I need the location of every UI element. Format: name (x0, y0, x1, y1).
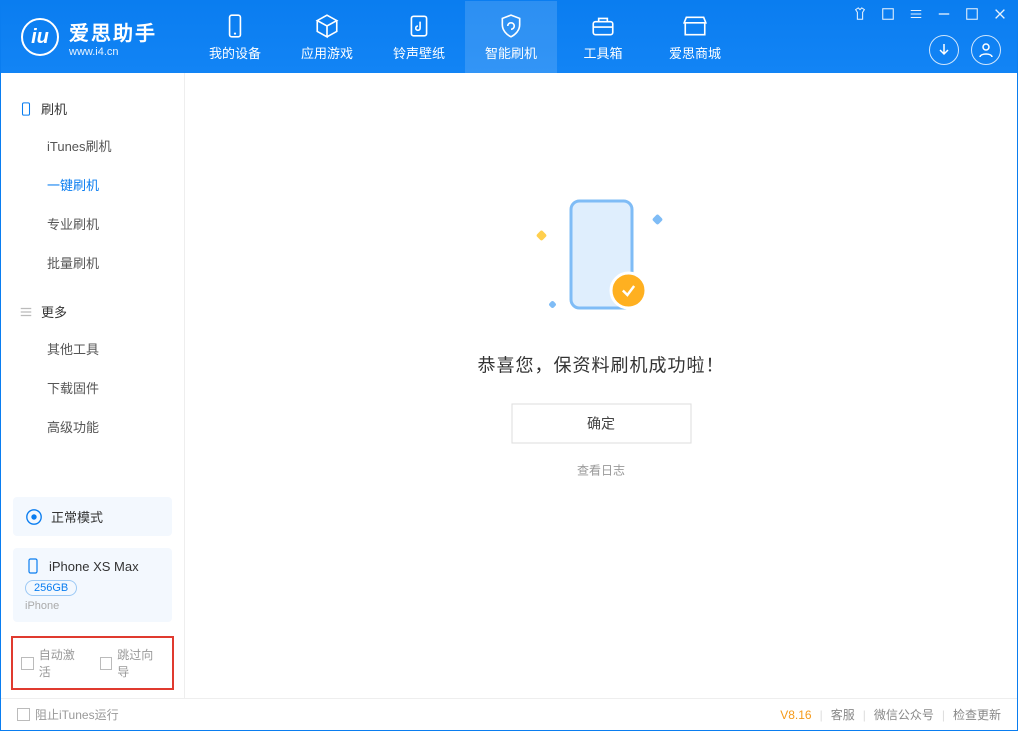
store-icon (682, 13, 708, 39)
device-info-block[interactable]: iPhone XS Max 256GB iPhone (13, 548, 172, 622)
sparkle-icon (548, 300, 556, 308)
footer-link-update[interactable]: 检查更新 (953, 706, 1001, 723)
sidebar-item-batch-flash[interactable]: 批量刷机 (1, 243, 184, 282)
top-nav: 我的设备 应用游戏 铃声壁纸 智能刷机 工具箱 爱思商城 (189, 1, 741, 73)
nav-my-device[interactable]: 我的设备 (189, 1, 281, 73)
status-bar: 阻止iTunes运行 V8.16 | 客服 | 微信公众号 | 检查更新 (1, 698, 1017, 730)
nav-ringtones[interactable]: 铃声壁纸 (373, 1, 465, 73)
topbar-actions (929, 35, 1001, 65)
shirt-icon[interactable] (851, 5, 869, 23)
success-illustration (531, 193, 671, 333)
view-log-link[interactable]: 查看日志 (577, 461, 625, 478)
user-button[interactable] (971, 35, 1001, 65)
phone-icon (222, 13, 248, 39)
checkbox-skip-guide[interactable]: 跳过向导 (100, 646, 165, 680)
nav-store[interactable]: 爱思商城 (649, 1, 741, 73)
checkbox-highlight-box: 自动激活 跳过向导 (11, 636, 174, 690)
sidebar-item-itunes-flash[interactable]: iTunes刷机 (1, 126, 184, 165)
logo[interactable]: iu 爱思助手 www.i4.cn (1, 17, 177, 58)
window-controls (851, 5, 1009, 23)
device-name: iPhone XS Max (49, 559, 139, 574)
nav-apps-games[interactable]: 应用游戏 (281, 1, 373, 73)
version-label: V8.16 (780, 708, 811, 722)
sidebar-header-flash[interactable]: 刷机 (1, 91, 184, 126)
shield-refresh-icon (498, 13, 524, 39)
logo-icon: iu (21, 18, 59, 56)
sidebar-section-more: 更多 其他工具 下载固件 高级功能 (1, 288, 184, 452)
body: 刷机 iTunes刷机 一键刷机 专业刷机 批量刷机 更多 其他工具 下载固件 … (1, 73, 1017, 698)
device-capacity: 256GB (25, 580, 77, 596)
download-button[interactable] (929, 35, 959, 65)
sidebar-item-other-tools[interactable]: 其他工具 (1, 329, 184, 368)
sidebar-item-one-click-flash[interactable]: 一键刷机 (1, 165, 184, 204)
device-platform: iPhone (25, 600, 160, 612)
toolbox-icon (590, 13, 616, 39)
sidebar: 刷机 iTunes刷机 一键刷机 专业刷机 批量刷机 更多 其他工具 下载固件 … (1, 73, 185, 698)
device-mode-label: 正常模式 (51, 507, 103, 526)
check-badge-icon (609, 271, 647, 309)
checkbox-block-itunes[interactable]: 阻止iTunes运行 (17, 706, 119, 723)
feedback-icon[interactable] (879, 5, 897, 23)
success-panel: 恭喜您，保资料刷机成功啦！ 确定 查看日志 (478, 193, 725, 478)
success-message: 恭喜您，保资料刷机成功啦！ (478, 351, 725, 377)
main-content: 恭喜您，保资料刷机成功啦！ 确定 查看日志 (185, 73, 1017, 698)
sidebar-item-download-firmware[interactable]: 下载固件 (1, 368, 184, 407)
cube-icon (314, 13, 340, 39)
sidebar-header-more[interactable]: 更多 (1, 294, 184, 329)
checkbox-icon (17, 708, 30, 721)
app-name-cn: 爱思助手 (69, 17, 157, 46)
maximize-button[interactable] (963, 5, 981, 23)
nav-toolbox[interactable]: 工具箱 (557, 1, 649, 73)
footer-link-wechat[interactable]: 微信公众号 (874, 706, 934, 723)
device-mode-block[interactable]: 正常模式 (13, 497, 172, 536)
checkbox-icon (100, 657, 113, 670)
app-name-en: www.i4.cn (69, 46, 157, 58)
menu-icon[interactable] (907, 5, 925, 23)
sidebar-section-flash: 刷机 iTunes刷机 一键刷机 专业刷机 批量刷机 (1, 85, 184, 288)
list-icon (19, 305, 33, 319)
sparkle-icon (651, 213, 662, 224)
nav-flash[interactable]: 智能刷机 (465, 1, 557, 73)
device-icon (19, 102, 33, 116)
device-icon (25, 558, 41, 574)
ok-button[interactable]: 确定 (511, 403, 691, 443)
music-file-icon (406, 13, 432, 39)
app-window: iu 爱思助手 www.i4.cn 我的设备 应用游戏 铃声壁纸 智能刷机 (0, 0, 1018, 731)
sparkle-icon (535, 229, 546, 240)
topbar: iu 爱思助手 www.i4.cn 我的设备 应用游戏 铃声壁纸 智能刷机 (1, 1, 1017, 73)
checkbox-auto-activate[interactable]: 自动激活 (21, 646, 86, 680)
sidebar-item-advanced[interactable]: 高级功能 (1, 407, 184, 446)
checkbox-icon (21, 657, 34, 670)
minimize-button[interactable] (935, 5, 953, 23)
footer-link-service[interactable]: 客服 (831, 706, 855, 723)
mode-icon (25, 508, 43, 526)
close-button[interactable] (991, 5, 1009, 23)
sidebar-item-pro-flash[interactable]: 专业刷机 (1, 204, 184, 243)
